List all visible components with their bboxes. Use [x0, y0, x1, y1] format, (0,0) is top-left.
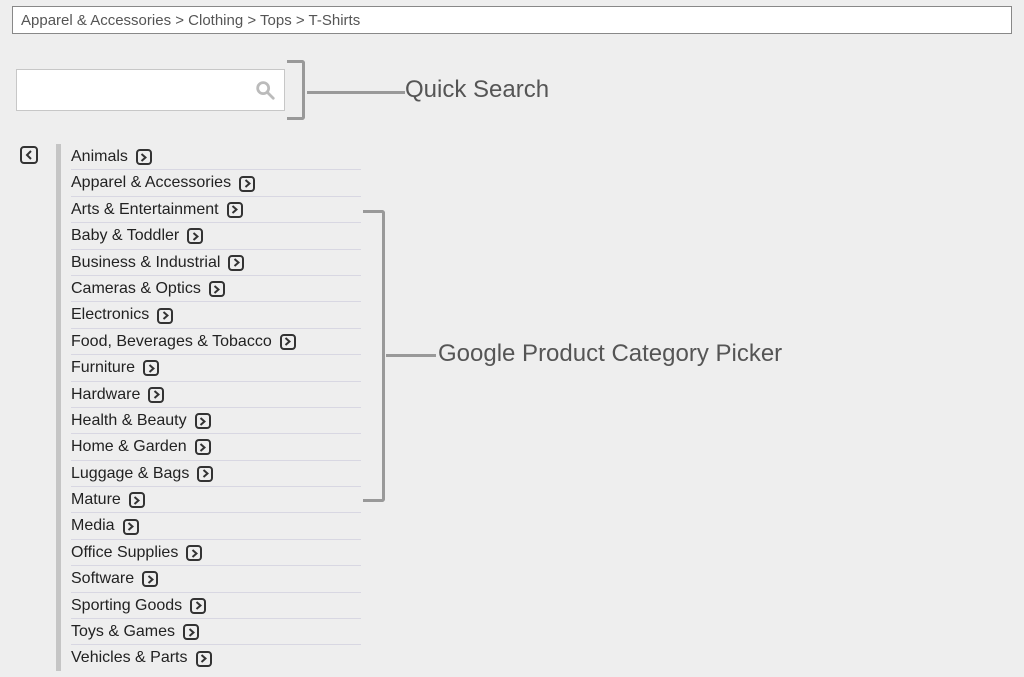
expand-button[interactable]	[142, 571, 158, 587]
back-button[interactable]	[20, 146, 38, 164]
expand-button[interactable]	[209, 281, 225, 297]
expand-button[interactable]	[195, 413, 211, 429]
quick-search-label: Quick Search	[405, 76, 549, 104]
quick-search-input[interactable]	[16, 69, 285, 111]
expand-button[interactable]	[183, 624, 199, 640]
expand-button[interactable]	[280, 334, 296, 350]
category-item[interactable]: Sporting Goods	[71, 593, 361, 619]
category-item[interactable]: Furniture	[71, 355, 361, 381]
lead-line	[307, 91, 405, 94]
chevron-right-icon	[192, 232, 199, 241]
expand-button[interactable]	[148, 387, 164, 403]
category-item[interactable]: Arts & Entertainment	[71, 197, 361, 223]
chevron-right-icon	[147, 575, 154, 584]
chevron-right-icon	[140, 153, 147, 162]
category-label: Baby & Toddler	[71, 225, 179, 247]
category-label: Food, Beverages & Tobacco	[71, 331, 272, 353]
category-label: Business & Industrial	[71, 252, 220, 274]
category-item[interactable]: Electronics	[71, 302, 361, 328]
chevron-right-icon	[191, 549, 198, 558]
category-label: Arts & Entertainment	[71, 199, 219, 221]
category-label: Software	[71, 568, 134, 590]
expand-button[interactable]	[195, 439, 211, 455]
expand-button[interactable]	[196, 651, 212, 667]
picker-label: Google Product Category Picker	[438, 340, 782, 368]
category-item[interactable]: Vehicles & Parts	[71, 645, 361, 670]
category-item[interactable]: Hardware	[71, 382, 361, 408]
category-item[interactable]: Media	[71, 513, 361, 539]
expand-button[interactable]	[190, 598, 206, 614]
expand-button[interactable]	[143, 360, 159, 376]
category-label: Mature	[71, 489, 121, 511]
chevron-right-icon	[233, 258, 240, 267]
expand-button[interactable]	[129, 492, 145, 508]
category-label: Cameras & Optics	[71, 278, 201, 300]
category-item[interactable]: Animals	[71, 144, 361, 170]
category-label: Apparel & Accessories	[71, 172, 231, 194]
category-item[interactable]: Health & Beauty	[71, 408, 361, 434]
expand-button[interactable]	[157, 308, 173, 324]
category-label: Health & Beauty	[71, 410, 187, 432]
category-item[interactable]: Cameras & Optics	[71, 276, 361, 302]
expand-button[interactable]	[239, 176, 255, 192]
expand-button[interactable]	[187, 228, 203, 244]
chevron-right-icon	[148, 364, 155, 373]
category-item[interactable]: Software	[71, 566, 361, 592]
chevron-right-icon	[200, 654, 207, 663]
search-icon	[254, 79, 276, 101]
expand-button[interactable]	[123, 519, 139, 535]
chevron-right-icon	[153, 390, 160, 399]
chevron-right-icon	[199, 443, 206, 452]
chevron-right-icon	[162, 311, 169, 320]
chevron-right-icon	[188, 628, 195, 637]
vertical-divider	[56, 144, 61, 671]
category-item[interactable]: Toys & Games	[71, 619, 361, 645]
category-label: Luggage & Bags	[71, 463, 189, 485]
chevron-right-icon	[195, 601, 202, 610]
category-item[interactable]: Office Supplies	[71, 540, 361, 566]
category-item[interactable]: Food, Beverages & Tobacco	[71, 329, 361, 355]
bracket-decoration	[363, 210, 385, 502]
category-label: Animals	[71, 146, 128, 168]
chevron-right-icon	[199, 417, 206, 426]
expand-button[interactable]	[227, 202, 243, 218]
category-item[interactable]: Luggage & Bags	[71, 461, 361, 487]
category-item[interactable]: Business & Industrial	[71, 250, 361, 276]
category-label: Office Supplies	[71, 542, 178, 564]
category-label: Sporting Goods	[71, 595, 182, 617]
category-label: Toys & Games	[71, 621, 175, 643]
category-label: Vehicles & Parts	[71, 647, 188, 669]
category-label: Furniture	[71, 357, 135, 379]
lead-line	[386, 354, 436, 357]
category-item[interactable]: Home & Garden	[71, 434, 361, 460]
breadcrumb-input[interactable]	[12, 6, 1012, 34]
chevron-right-icon	[202, 469, 209, 478]
category-label: Hardware	[71, 384, 140, 406]
chevron-right-icon	[244, 179, 251, 188]
chevron-right-icon	[213, 285, 220, 294]
chevron-right-icon	[127, 522, 134, 531]
bracket-decoration	[287, 60, 305, 120]
expand-button[interactable]	[197, 466, 213, 482]
category-list: Animals Apparel & Accessories Arts & Enter…	[71, 144, 361, 671]
category-item[interactable]: Mature	[71, 487, 361, 513]
expand-button[interactable]	[228, 255, 244, 271]
chevron-left-icon	[25, 150, 33, 160]
expand-button[interactable]	[186, 545, 202, 561]
category-label: Home & Garden	[71, 436, 187, 458]
category-item[interactable]: Baby & Toddler	[71, 223, 361, 249]
chevron-right-icon	[231, 205, 238, 214]
category-label: Media	[71, 515, 115, 537]
category-label: Electronics	[71, 304, 149, 326]
category-item[interactable]: Apparel & Accessories	[71, 170, 361, 196]
chevron-right-icon	[284, 337, 291, 346]
expand-button[interactable]	[136, 149, 152, 165]
chevron-right-icon	[133, 496, 140, 505]
